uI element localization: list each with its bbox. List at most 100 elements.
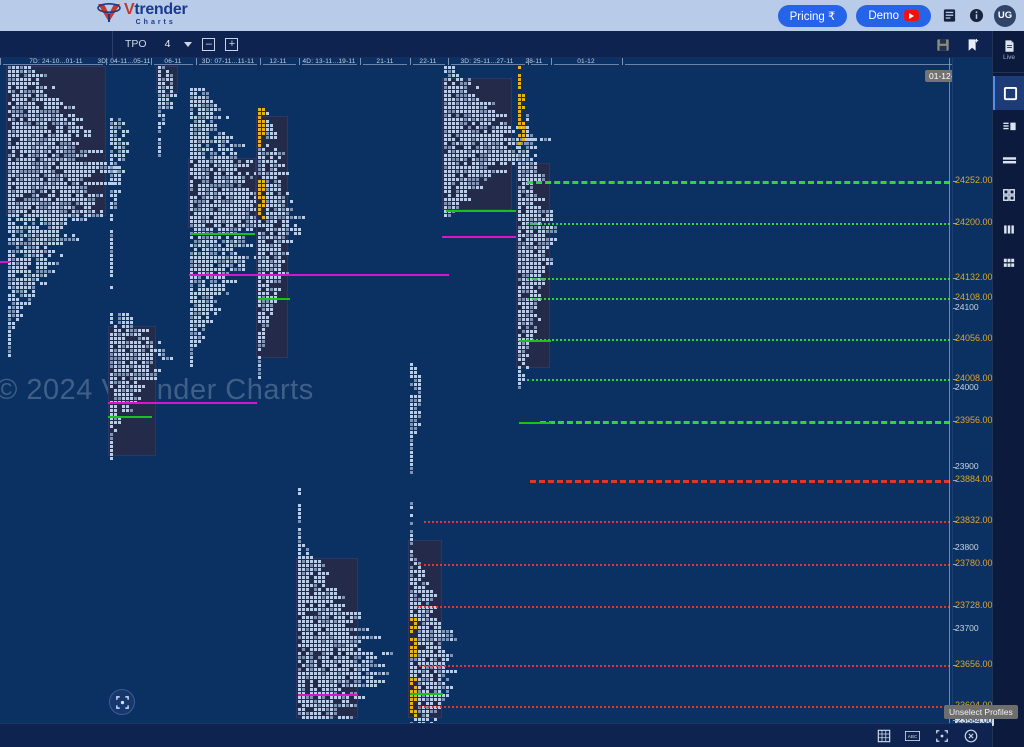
tpo-cell: [118, 365, 121, 368]
tpo-cell: [134, 341, 137, 344]
tpo-row: [258, 240, 293, 243]
tpo-cell: [40, 218, 43, 221]
tpo-cell: [32, 142, 35, 145]
tpo-cell: [480, 114, 483, 117]
tpo-cell: [76, 174, 79, 177]
tpo-cell: [32, 194, 35, 197]
info-icon[interactable]: [967, 7, 985, 25]
tpo-cell: [234, 280, 237, 283]
tpo-cell: [258, 276, 261, 279]
tpo-cell: [542, 198, 545, 201]
tpo-mode-value[interactable]: 4: [165, 38, 171, 50]
tpo-gap: [472, 126, 475, 129]
tpo-cell: [338, 644, 341, 647]
rail-item-split-panel[interactable]: [993, 110, 1024, 144]
tpo-cell: [258, 252, 261, 255]
tpo-cell: [342, 668, 345, 671]
bookmark-add-icon[interactable]: [964, 36, 982, 54]
tpo-cell: [290, 228, 293, 231]
tpo-cell: [40, 94, 43, 97]
tpo-gap: [52, 150, 55, 153]
tpo-row: [190, 332, 201, 335]
tpo-cell: [222, 132, 225, 135]
chevron-down-icon[interactable]: [184, 41, 193, 47]
tpo-cell: [464, 134, 467, 137]
tpo-cell: [342, 628, 345, 631]
tpo-cell: [114, 409, 117, 412]
tpo-cell: [8, 186, 11, 189]
zoom-out-button[interactable]: –: [202, 37, 216, 51]
tpo-cell: [448, 118, 451, 121]
tpo-cell: [538, 318, 541, 321]
tpo-cell: [278, 200, 281, 203]
tpo-row: [518, 354, 529, 357]
rail-item-quad[interactable]: [993, 178, 1024, 212]
notes-icon[interactable]: [940, 7, 958, 25]
tpo-cell: [12, 310, 15, 313]
tpo-cell: [12, 154, 15, 157]
tpo-row: [190, 352, 193, 355]
tpo-gap: [522, 238, 525, 241]
tpo-cell: [80, 194, 83, 197]
tpo-cell: [258, 304, 261, 307]
tpo-cell: [258, 132, 261, 135]
tpo-cell: [290, 216, 293, 219]
tpo-gap: [310, 576, 313, 579]
tpo-cell: [122, 146, 125, 149]
rail-item-single-panel[interactable]: [993, 76, 1024, 110]
tpo-row: [258, 348, 261, 351]
tpo-cell: [198, 96, 201, 99]
tpo-chart-canvas[interactable]: 7D: 24-10...01-11 3D: 04-11...05-11 06-11 3…: [0, 58, 992, 723]
tpo-cell: [460, 98, 463, 101]
tpo-row: [110, 182, 121, 185]
tpo-row: [110, 278, 113, 281]
tpo-cell: [118, 182, 121, 185]
tpo-cell: [546, 230, 549, 233]
rail-item-rows[interactable]: [993, 144, 1024, 178]
price-axis[interactable]: 24252.00 24200.00 24132.00 24108.00 24100 240…: [952, 58, 995, 747]
tpo-cell: [68, 138, 71, 141]
tpo-cell: [530, 174, 533, 177]
tpo-gap: [298, 632, 301, 635]
tpo-row: [190, 184, 241, 187]
tpo-cell: [310, 668, 313, 671]
tpo-cell: [190, 316, 193, 319]
tpo-cell: [418, 678, 421, 681]
tpo-cell: [414, 666, 417, 669]
tpo-cell: [166, 86, 169, 89]
tpo-cell: [414, 423, 417, 426]
tpo-gap: [476, 122, 479, 125]
brand-logo[interactable]: Vtrender Charts: [96, 2, 188, 26]
save-icon[interactable]: [934, 36, 952, 54]
tpo-cell: [12, 234, 15, 237]
tpo-cell: [414, 678, 417, 681]
tpo-cell: [198, 316, 201, 319]
tpo-row: [8, 230, 63, 233]
tpo-gap: [290, 224, 293, 227]
tpo-gap: [114, 321, 117, 324]
tpo-row: [258, 268, 281, 271]
demo-button[interactable]: Demo: [856, 4, 931, 27]
tpo-gap: [322, 712, 325, 715]
tpo-cell: [346, 652, 349, 655]
rail-item-grid[interactable]: [993, 246, 1024, 280]
rail-item-columns[interactable]: [993, 212, 1024, 246]
tpo-gap: [226, 132, 229, 135]
tpo-cell: [206, 144, 209, 147]
tpo-cell: [226, 136, 229, 139]
tpo-row: [410, 658, 449, 661]
tpo-cell: [452, 74, 455, 77]
tpo-cell: [460, 190, 463, 193]
pricing-button[interactable]: Pricing ₹: [777, 4, 848, 27]
avatar[interactable]: UG: [994, 4, 1016, 27]
tpo-cell: [44, 206, 47, 209]
tpo-gap: [314, 620, 317, 623]
tpo-cell: [24, 190, 27, 193]
tpo-gap: [114, 345, 117, 348]
tpo-cell: [194, 152, 197, 155]
tpo-cell: [250, 160, 253, 163]
rail-item-live[interactable]: Live: [993, 31, 1024, 69]
tpo-gap: [410, 475, 413, 478]
tpo-cell: [484, 122, 487, 125]
zoom-in-button[interactable]: +: [225, 37, 239, 51]
